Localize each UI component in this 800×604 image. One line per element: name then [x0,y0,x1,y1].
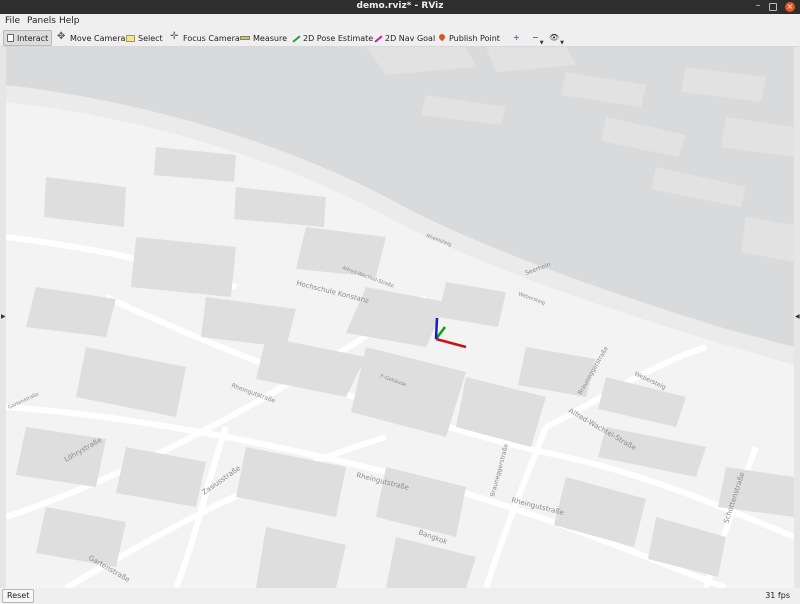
tool-publish-point[interactable]: Publish Point [434,30,503,46]
maximize-icon[interactable] [769,3,777,11]
move-camera-icon [57,31,67,43]
window-title: demo.rviz* - RViz [356,1,444,11]
remove-tool-icon[interactable]: −▼ [532,33,544,46]
tool-select[interactable]: Select [123,30,166,46]
chevron-down-icon: ▼ [539,40,544,46]
tool-2d-nav-goal[interactable]: 2D Nav Goal [370,30,438,46]
close-icon[interactable]: × [785,2,795,12]
menu-help-label: Help [59,16,80,26]
eye-glyph: 👁 [549,33,560,42]
menu-panels-label: Panels [27,16,56,26]
tool-bar: Interact Move Camera Select Focus Camera… [0,29,800,47]
right-dock-handle[interactable]: ◀ [794,47,800,588]
nav-goal-arrow-icon [373,34,382,43]
focus-camera-icon [170,31,180,43]
status-bar: Reset 31 fps [0,588,800,604]
fps-readout: 31 fps [765,591,790,600]
menu-bar: File Panels Help [0,14,800,29]
tool-select-label: Select [138,33,163,43]
measure-icon [240,36,250,40]
map-canvas[interactable]: Rheingutstraße Rheingutstraße Rheingutst… [6,47,794,588]
menu-help[interactable]: Help [59,16,80,26]
tool-focus-camera-label: Focus Camera [183,33,240,43]
menu-file[interactable]: File [5,16,20,26]
tool-2d-nav-goal-label: 2D Nav Goal [385,33,436,43]
tool-focus-camera[interactable]: Focus Camera [168,30,243,46]
tool-measure-label: Measure [253,33,287,43]
select-icon [126,34,135,42]
tool-interact[interactable]: Interact [3,30,53,46]
tool-publish-point-label: Publish Point [449,33,500,43]
add-tool-icon[interactable]: + [513,33,520,42]
render-viewport[interactable]: Rheingutstraße Rheingutstraße Rheingutst… [6,47,794,588]
title-bar: demo.rviz* - RViz – × [0,0,800,14]
menu-panels[interactable]: Panels [27,16,56,26]
z-axis-arrow [434,317,439,340]
reset-button[interactable]: Reset [2,589,35,603]
tool-2d-pose-estimate-label: 2D Pose Estimate [303,33,374,43]
minimize-icon[interactable]: – [753,1,763,12]
pose-estimate-arrow-icon [291,34,300,43]
interact-icon [7,34,14,42]
remove-tool-glyph: − [532,33,539,42]
chevron-down-icon: ▼ [560,40,565,46]
view-tool-icon[interactable]: 👁▼ [549,33,564,46]
map-pin-icon [437,34,446,43]
tool-2d-pose-estimate[interactable]: 2D Pose Estimate [288,30,376,46]
tool-interact-label: Interact [17,33,49,43]
menu-file-label: File [5,16,21,26]
chevron-left-icon: ◀ [795,313,800,320]
tool-move-camera[interactable]: Move Camera [55,30,128,46]
tool-move-camera-label: Move Camera [70,33,126,43]
tool-measure[interactable]: Measure [237,30,290,46]
chevron-right-icon: ▶ [1,313,6,320]
